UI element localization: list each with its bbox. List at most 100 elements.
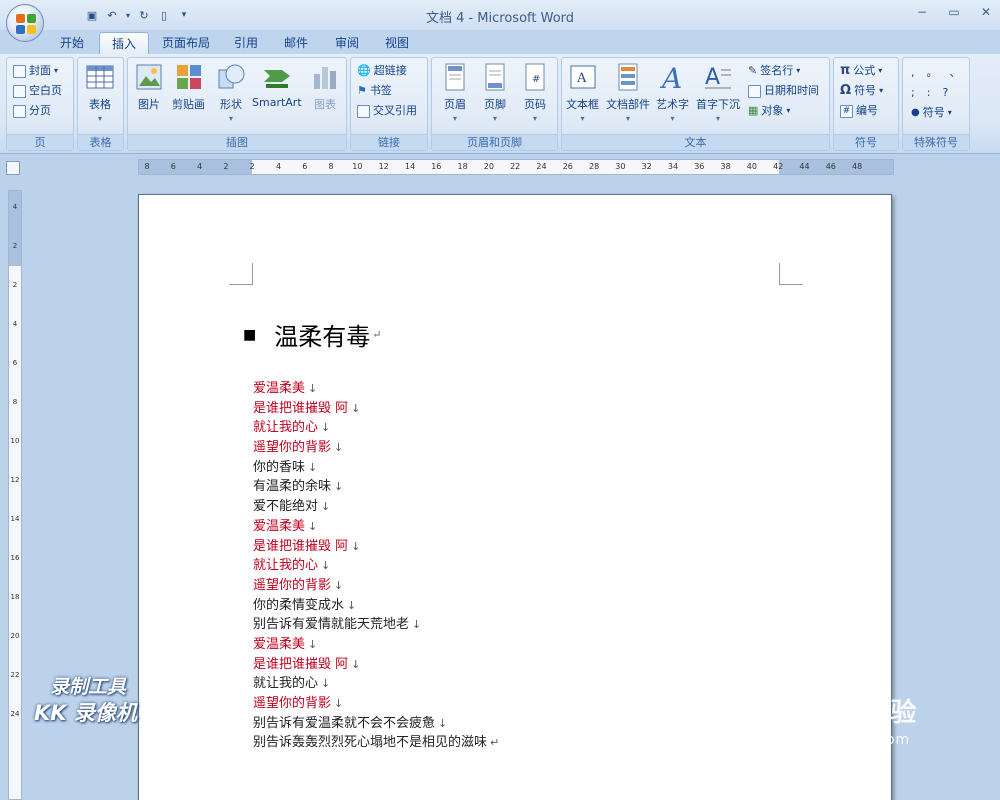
maximize-button[interactable]: ▭ [946,4,962,20]
colon-symbol[interactable]: : [927,84,931,102]
baidu-jingyan-watermark: Bai 经验 jingyan.baidu.com [760,690,917,748]
close-button[interactable]: ✕ [978,4,994,20]
object-button[interactable]: ▦ 对象 ▾ [748,102,790,120]
chevron-down-icon: ▾ [532,114,537,123]
footer-icon [480,62,510,92]
special-symbols-group-label: 特殊符号 [903,134,969,150]
ruler-tick-label: 4 [197,162,203,171]
question-symbol[interactable]: ? [942,84,948,102]
signature-icon: ✎ [748,64,758,77]
line-break-mark-icon: ↓ [308,637,318,651]
signature-line-button[interactable]: ✎ 签名行 ▾ [748,62,800,80]
ruler-tick-label: 12 [378,162,389,171]
svg-text:#: # [532,74,540,85]
svg-text:A: A [705,65,720,90]
lyric-text: 是谁把谁摧毁 阿 [253,400,349,416]
ruler-tick-label: 44 [799,162,810,171]
period-symbol[interactable]: 。 [927,64,938,82]
lyric-text: 别告诉有爱温柔就不会不会疲惫 [253,715,436,731]
lyric-text: 别告诉有爱情就能天荒地老 [253,617,410,633]
date-time-button[interactable]: 日期和时间 [748,82,819,100]
lyric-line: 遥望你的背影 ↓ [253,576,499,596]
symbol-button[interactable]: Ω 符号 ▾ [840,82,883,100]
tab-references[interactable]: 引用 [222,32,270,54]
globe-link-icon: 🌐 [357,64,371,77]
text-box-button[interactable]: A 文本框 ▾ [566,62,599,136]
line-break-mark-icon: ↓ [334,578,344,592]
quick-parts-button[interactable]: 文档部件 ▾ [606,62,650,136]
ruler-tick-label: 26 [562,162,573,171]
page-break-button[interactable]: 分页 [13,102,51,120]
line-break-mark-icon: ↓ [321,559,331,573]
lyric-line: 遥望你的背影 ↓ [253,438,499,458]
special-symbol-row-1: , 。 、 [911,64,961,82]
drop-cap-button[interactable]: A 首字下沉 ▾ [696,62,740,136]
picture-button[interactable]: 图片 [134,62,164,136]
ruler-tick-label: 22 [510,162,521,171]
line-break-mark-icon: ↓ [412,618,422,632]
shapes-icon [216,62,246,92]
semicolon-symbol[interactable]: ; [911,84,915,102]
enumeration-comma-symbol[interactable]: 、 [950,64,961,82]
blank-page-button[interactable]: 空白页 [13,82,62,100]
tab-page-layout[interactable]: 页面布局 [150,32,222,54]
wordart-icon: A [658,62,688,95]
ruler-tick-label: 10 [352,162,363,171]
smartart-button[interactable]: SmartArt [252,62,302,136]
special-symbol-button[interactable]: ● 符号 ▾ [911,104,952,122]
table-button[interactable]: 表格 ▾ [85,62,115,136]
vertical-ruler[interactable]: 4 2 2 4 6 8 10 12 14 16 18 20 22 24 [8,190,22,800]
equation-button[interactable]: π 公式 ▾ [840,62,882,80]
lyric-text: 遥望你的背影 [253,696,332,711]
tab-mailings[interactable]: 邮件 [272,32,320,54]
tab-view[interactable]: 视图 [373,32,421,54]
ruler-tick-label: 14 [404,162,416,171]
cross-reference-button[interactable]: 交叉引用 [357,102,417,120]
lyric-text: 爱温柔美 [253,636,306,652]
tab-home[interactable]: 开始 [48,32,96,54]
chart-button[interactable]: 图表 [310,62,340,136]
clip-art-button[interactable]: 剪贴画 [172,62,205,136]
lyric-line: 爱温柔美 ↓ [253,517,499,537]
header-button[interactable]: 页眉 ▾ [440,62,470,136]
ruler-tick-label: 24 [10,710,20,718]
lyric-text: 是谁把谁摧毁 阿 [253,538,349,554]
lyric-line: 爱不能绝对 ↓ [253,497,499,517]
page-break-icon [13,104,26,118]
lyric-line: 就让我的心 ↓ [253,418,499,438]
ruler-bar: 8 6 4 2 2 4 6 8 10 12 14 16 18 20 22 24 26 28 30 32 34 36 38 40… [0,155,1000,177]
ruler-tick-label: 4 [12,320,18,328]
line-break-mark-icon: ↓ [351,539,361,553]
links-group-label: 链接 [351,134,427,150]
numbering-button[interactable]: # 编号 [840,102,878,120]
hyperlink-button[interactable]: 🌐 超链接 [357,62,407,80]
crop-mark-top-left [229,263,253,285]
lyric-line: 有温柔的余味 ↓ [253,477,499,497]
ruler-tick-label: 48 [852,162,863,171]
wordart-button[interactable]: A 艺术字 ▾ [656,62,689,136]
ruler-tick-label: 30 [615,162,626,171]
bookmark-button[interactable]: ⚑ 书签 [357,82,392,100]
lyric-text: 你的香味 [253,459,306,475]
tab-insert[interactable]: 插入 [99,32,150,54]
ruler-tick-label: 20 [483,162,494,171]
chevron-down-icon: ▾ [492,114,497,123]
lyrics-body[interactable]: 爱温柔美 ↓ 是谁把谁摧毁 阿 ↓ 就让我的心 ↓ 遥望你的背影 ↓ 你的香味 ↓ 有温柔的余味 ↓ 爱… [253,379,499,753]
ruler-tick-label: 2 [12,281,18,289]
horizontal-ruler[interactable]: 8 6 4 2 2 4 6 8 10 12 14 16 18 20 22 24 26 28 30 32 34 36 38 40… [138,159,894,175]
line-break-mark-icon: ↓ [308,460,318,474]
minimize-button[interactable]: − [914,4,930,20]
footer-button[interactable]: 页脚 ▾ [480,62,510,136]
lyric-text: 爱不能绝对 [253,499,319,515]
window-title: 文档 4 - Microsoft Word [425,11,575,26]
tab-selector[interactable] [6,161,20,175]
page-number-button[interactable]: # 页码 ▾ [520,62,550,136]
lyric-text: 你的柔情变成水 [253,597,345,613]
office-button[interactable] [6,4,44,42]
tab-review[interactable]: 审阅 [323,32,371,54]
comma-symbol[interactable]: , [911,64,915,82]
cover-page-button[interactable]: 封面 ▾ [13,62,58,80]
chevron-down-icon: ▾ [54,66,59,75]
shapes-button[interactable]: 形状 ▾ [216,62,246,136]
chevron-down-icon: ▾ [786,106,791,115]
